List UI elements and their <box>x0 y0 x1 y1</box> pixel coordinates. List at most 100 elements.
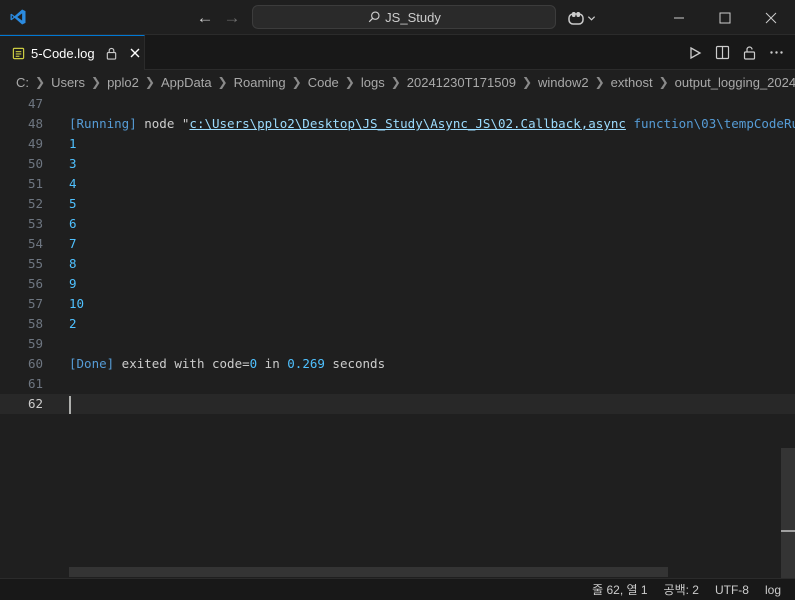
line-number: 50 <box>27 156 43 171</box>
split-editor-icon <box>715 45 729 60</box>
line-text: [Done] exited with code=0 in 0.269 secon… <box>69 354 385 374</box>
line-number: 51 <box>27 176 43 191</box>
editor-line[interactable]: 49 1 <box>0 134 795 154</box>
cursor-position[interactable]: 줄 62, 열 1 <box>592 581 647 598</box>
breadcrumb-item[interactable]: AppData <box>161 75 212 90</box>
line-number: 61 <box>27 376 43 391</box>
line-number: 48 <box>27 116 43 131</box>
close-window-button[interactable] <box>748 0 794 35</box>
minimize-icon <box>674 17 684 18</box>
line-text: 6 <box>69 216 77 231</box>
breadcrumb-item[interactable]: exthost <box>611 75 653 90</box>
status-bar: 줄 62, 열 1 공백: 2 UTF-8 log <box>0 578 795 600</box>
tab-5-code-log[interactable]: 5-Code.log <box>0 35 145 70</box>
seconds-text: seconds <box>324 356 386 371</box>
line-number: 59 <box>27 336 43 351</box>
horizontal-scrollbar[interactable] <box>69 567 668 577</box>
file-path-link[interactable]: c:\Users\pplo2\Desktop\JS_Study\Async_JS… <box>189 116 626 131</box>
toggle-readonly-button[interactable] <box>740 44 758 62</box>
breadcrumb-item[interactable]: 20241230T171509 <box>407 75 516 90</box>
more-actions-button[interactable] <box>767 44 785 62</box>
run-icon <box>690 46 702 59</box>
split-editor-button[interactable] <box>713 44 731 62</box>
chevron-right-icon: ❯ <box>217 75 228 89</box>
line-number: 47 <box>27 96 43 111</box>
arrow-left-icon[interactable]: ← <box>195 8 215 28</box>
chevron-right-icon: ❯ <box>658 75 669 89</box>
vertical-scrollbar[interactable] <box>781 448 795 578</box>
chevron-right-icon: ❯ <box>344 75 355 89</box>
done-tag: [Done] <box>69 356 115 371</box>
copilot-icon <box>568 12 584 25</box>
close-window-icon <box>765 12 777 23</box>
editor-line[interactable]: 47 <box>0 94 795 114</box>
editor-line[interactable]: 50 3 <box>0 154 795 174</box>
exit-text: exited with code= <box>114 356 250 371</box>
editor-line[interactable]: 51 4 <box>0 174 795 194</box>
line-text: 9 <box>69 276 77 291</box>
language-mode[interactable]: log <box>765 583 781 597</box>
close-icon[interactable] <box>128 46 142 60</box>
encoding[interactable]: UTF-8 <box>715 583 749 597</box>
line-text: 8 <box>69 256 77 271</box>
editor-line[interactable]: 56 9 <box>0 274 795 294</box>
command-center[interactable]: JS_Study <box>252 5 556 29</box>
line-number: 53 <box>27 216 43 231</box>
editor[interactable]: 47 48 [Running] node "c:\Users\pplo2\Desk… <box>0 94 795 578</box>
maximize-button[interactable] <box>702 0 748 35</box>
line-text: 2 <box>69 316 77 331</box>
text-cursor <box>69 396 71 414</box>
current-line[interactable]: 62 <box>0 394 795 414</box>
chevron-right-icon: ❯ <box>390 75 401 89</box>
editor-line[interactable]: 58 2 <box>0 314 795 334</box>
line-number: 58 <box>27 316 43 331</box>
editor-line[interactable]: 48 [Running] node "c:\Users\pplo2\Desktop… <box>0 114 795 134</box>
path-tail: function\03\tempCodeRu <box>625 116 795 131</box>
breadcrumb-item[interactable]: output_logging_20241230T17165 <box>675 75 795 90</box>
search-icon <box>368 11 380 23</box>
copilot-menu[interactable] <box>567 8 599 28</box>
indentation[interactable]: 공백: 2 <box>664 581 699 598</box>
editor-line[interactable]: 55 8 <box>0 254 795 274</box>
breadcrumb-item[interactable]: Roaming <box>234 75 286 90</box>
chevron-right-icon: ❯ <box>291 75 302 89</box>
line-number: 54 <box>27 236 43 251</box>
breadcrumb-item[interactable]: Users <box>51 75 85 90</box>
editor-line[interactable]: 57 10 <box>0 294 795 314</box>
editor-line[interactable]: 52 5 <box>0 194 795 214</box>
editor-line[interactable]: 59 <box>0 334 795 354</box>
scrollbar-cursor-marker <box>781 530 795 532</box>
chevron-right-icon: ❯ <box>91 75 102 89</box>
line-number: 49 <box>27 136 43 151</box>
vscode-logo[interactable] <box>9 8 27 26</box>
breadcrumb-item[interactable]: C: <box>16 75 29 90</box>
line-number: 57 <box>27 296 43 311</box>
breadcrumb: C: ❯ Users ❯ pplo2 ❯ AppData ❯ Roaming ❯ Code… <box>0 70 795 94</box>
minimize-button[interactable] <box>656 0 702 35</box>
editor-line[interactable]: 60 [Done] exited with code=0 in 0.269 sec… <box>0 354 795 374</box>
line-number: 62 <box>27 396 43 411</box>
breadcrumb-item[interactable]: window2 <box>538 75 589 90</box>
line-text: 4 <box>69 176 77 191</box>
chevron-right-icon: ❯ <box>594 75 605 89</box>
line-text: 1 <box>69 136 77 151</box>
run-button[interactable] <box>686 44 704 62</box>
chevron-right-icon: ❯ <box>144 75 155 89</box>
breadcrumb-item[interactable]: Code <box>308 75 339 90</box>
editor-line[interactable]: 54 7 <box>0 234 795 254</box>
file-text-icon <box>12 47 25 59</box>
chevron-right-icon: ❯ <box>521 75 532 89</box>
editor-line[interactable]: 53 6 <box>0 214 795 234</box>
running-tag: [Running] <box>69 116 137 131</box>
breadcrumb-item[interactable]: pplo2 <box>107 75 139 90</box>
breadcrumb-item[interactable]: logs <box>361 75 385 90</box>
lock-icon <box>106 47 116 60</box>
in-text: in <box>257 356 288 371</box>
title-bar: ← → JS_Study <box>0 0 795 35</box>
command-center-label: JS_Study <box>385 9 441 25</box>
editor-line[interactable]: 61 <box>0 374 795 394</box>
line-text: 5 <box>69 196 77 211</box>
unlock-icon <box>743 46 755 60</box>
more-icon <box>769 51 783 54</box>
arrow-right-icon[interactable]: → <box>222 8 242 28</box>
